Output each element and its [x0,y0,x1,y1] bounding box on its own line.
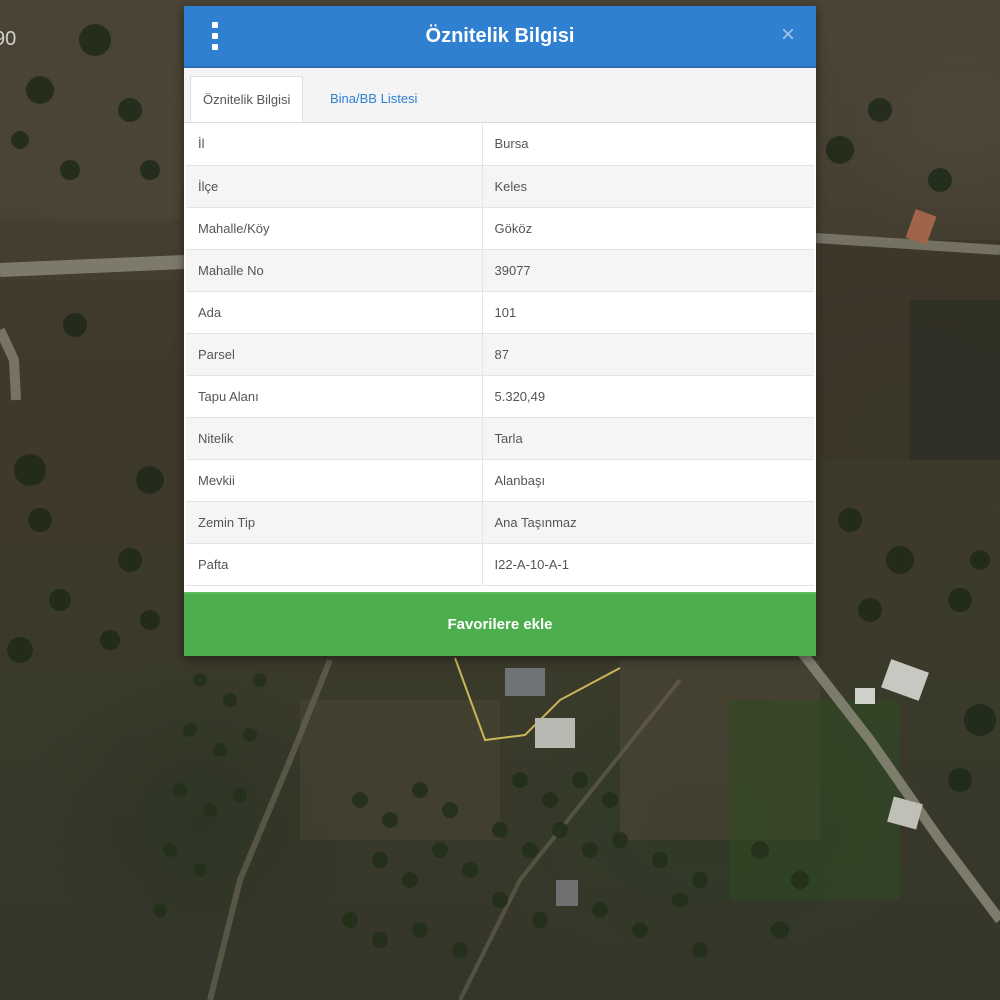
attr-value: Bursa [482,123,814,166]
close-icon[interactable]: × [776,20,800,50]
table-row: Parsel 87 [186,333,814,376]
dialog-title: Öznitelik Bilgisi [425,25,575,47]
attr-value: 39077 [482,249,814,292]
table-row: Mahalle No 39077 [186,249,814,292]
attr-value: Alanbaşı [482,459,814,502]
table-row: İlçe Keles [186,165,814,208]
table-row: Pafta I22-A-10-A-1 [186,543,814,586]
table-row: İl Bursa [186,123,814,166]
attribute-info-dialog: Öznitelik Bilgisi × Öznitelik Bilgisi Bi… [184,6,816,656]
table-row: Zemin Tip Ana Taşınmaz [186,501,814,544]
table-row: Nitelik Tarla [186,417,814,460]
attr-value: Keles [482,165,814,208]
attr-key: İl [186,123,483,166]
tab-building-list[interactable]: Bina/BB Listesi [318,76,429,122]
attr-value: 87 [482,333,814,376]
attr-key: Mahalle No [186,249,483,292]
dialog-header: Öznitelik Bilgisi × [184,6,816,68]
table-row: Ada 101 [186,291,814,334]
attr-value: I22-A-10-A-1 [482,543,814,586]
tab-bar: Öznitelik Bilgisi Bina/BB Listesi [184,68,816,123]
attr-value: Ana Taşınmaz [482,501,814,544]
table-row: Mahalle/Köy Gököz [186,207,814,250]
attr-key: İlçe [186,165,483,208]
attr-key: Zemin Tip [186,501,483,544]
attr-value: 101 [482,291,814,334]
attr-key: Pafta [186,543,483,586]
table-row: Tapu Alanı 5.320,49 [186,375,814,418]
add-to-favorites-button[interactable]: Favorilere ekle [184,592,816,656]
attr-key: Mahalle/Köy [186,207,483,250]
tab-attribute-info[interactable]: Öznitelik Bilgisi [190,76,304,122]
map-coordinate-label: 90 [0,28,17,50]
attr-value: 5.320,49 [482,375,814,418]
attr-key: Ada [186,291,483,334]
attr-key: Tapu Alanı [186,375,483,418]
attr-value: Gököz [482,207,814,250]
attribute-table: İl Bursa İlçe Keles Mahalle/Köy Gököz Mahal… [186,123,814,586]
attr-key: Parsel [186,333,483,376]
attr-key: Mevkii [186,459,483,502]
attr-key: Nitelik [186,417,483,460]
attr-value: Tarla [482,417,814,460]
table-row: Mevkii Alanbaşı [186,459,814,502]
